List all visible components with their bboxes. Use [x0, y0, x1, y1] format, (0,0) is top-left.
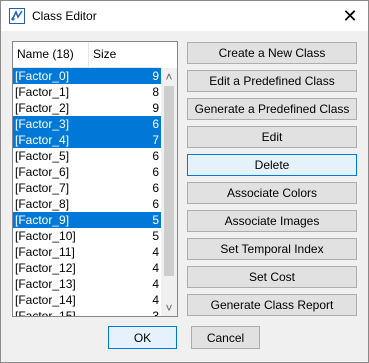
generate-predefined-class-button[interactable]: Generate a Predefined Class — [187, 98, 357, 120]
vertical-scrollbar[interactable]: ˄ ˅ — [161, 68, 177, 316]
column-header-size[interactable]: Size — [89, 42, 161, 67]
list-rows: [Factor_0] 9 [Factor_1] 8 [Factor_2] 9 [Factor… — [13, 68, 161, 317]
list-item[interactable]: [Factor_10] 5 — [13, 228, 161, 244]
scroll-down-icon[interactable]: ˅ — [161, 299, 177, 316]
list-item-name: [Factor_15] — [15, 309, 76, 317]
associate-images-button[interactable]: Associate Images — [187, 210, 357, 232]
list-item[interactable]: [Factor_5] 6 — [13, 148, 161, 164]
list-item-size: 6 — [152, 197, 159, 211]
list-item-size: 6 — [152, 165, 159, 179]
list-item[interactable]: [Factor_4] 7 — [13, 132, 161, 148]
set-temporal-index-button[interactable]: Set Temporal Index — [187, 238, 357, 260]
list-item[interactable]: [Factor_0] 9 — [13, 68, 161, 84]
list-item-size: 4 — [152, 261, 159, 275]
list-item-name: [Factor_14] — [15, 293, 76, 307]
list-item[interactable]: [Factor_3] 6 — [13, 116, 161, 132]
list-item[interactable]: [Factor_8] 6 — [13, 196, 161, 212]
delete-button[interactable]: Delete — [187, 154, 357, 176]
list-item-size: 9 — [152, 69, 159, 83]
list-item-size: 5 — [152, 213, 159, 227]
cancel-button[interactable]: Cancel — [191, 326, 260, 349]
list-item-name: [Factor_7] — [15, 181, 70, 195]
create-class-button[interactable]: Create a New Class — [187, 42, 357, 64]
list-item[interactable]: [Factor_15] 3 — [13, 308, 161, 317]
list-item-name: [Factor_13] — [15, 277, 76, 291]
set-cost-button[interactable]: Set Cost — [187, 266, 357, 288]
list-item-size: 6 — [152, 181, 159, 195]
list-item-size: 8 — [152, 85, 159, 99]
column-header-name[interactable]: Name (18) — [13, 42, 89, 67]
list-item[interactable]: [Factor_2] 9 — [13, 100, 161, 116]
scroll-thumb[interactable] — [164, 86, 174, 276]
list-item-name: [Factor_9] — [15, 213, 70, 227]
list-item[interactable]: [Factor_14] 4 — [13, 292, 161, 308]
list-item-size: 7 — [152, 133, 159, 147]
list-item-name: [Factor_11] — [15, 245, 75, 259]
list-item-name: [Factor_5] — [15, 149, 70, 163]
list-item-name: [Factor_12] — [15, 261, 76, 275]
scroll-up-icon[interactable]: ˄ — [161, 68, 177, 85]
list-item-name: [Factor_10] — [15, 229, 76, 243]
list-item-name: [Factor_4] — [15, 133, 70, 147]
list-item-size: 6 — [152, 117, 159, 131]
list-item[interactable]: [Factor_1] 8 — [13, 84, 161, 100]
edit-predefined-class-button[interactable]: Edit a Predefined Class — [187, 70, 357, 92]
list-item[interactable]: [Factor_6] 6 — [13, 164, 161, 180]
list-item-name: [Factor_3] — [15, 117, 70, 131]
ok-button[interactable]: OK — [108, 326, 177, 349]
app-icon — [9, 8, 25, 24]
list-item-size: 4 — [152, 277, 159, 291]
class-editor-window: Class Editor ✕ Name (18) Size [Factor_0]… — [0, 0, 369, 363]
list-item-name: [Factor_8] — [15, 197, 70, 211]
list-item-size: 4 — [152, 245, 159, 259]
close-button[interactable]: ✕ — [332, 1, 368, 31]
list-item-size: 9 — [152, 101, 159, 115]
list-item[interactable]: [Factor_13] 4 — [13, 276, 161, 292]
list-item-name: [Factor_1] — [15, 85, 70, 99]
list-item-size: 6 — [152, 149, 159, 163]
generate-class-report-button[interactable]: Generate Class Report — [187, 294, 357, 316]
list-item-name: [Factor_6] — [15, 165, 70, 179]
close-icon: ✕ — [342, 5, 358, 26]
list-header: Name (18) Size — [13, 42, 161, 68]
list-item-size: 4 — [152, 293, 159, 307]
class-list[interactable]: Name (18) Size [Factor_0] 9 [Factor_1] 8 [Fa… — [12, 41, 178, 317]
list-item-name: [Factor_0] — [15, 69, 70, 83]
list-item[interactable]: [Factor_12] 4 — [13, 260, 161, 276]
list-item-size: 5 — [152, 229, 159, 243]
list-item[interactable]: [Factor_7] 6 — [13, 180, 161, 196]
list-item[interactable]: [Factor_11] 4 — [13, 244, 161, 260]
list-item-name: [Factor_2] — [15, 101, 70, 115]
associate-colors-button[interactable]: Associate Colors — [187, 182, 357, 204]
list-item[interactable]: [Factor_9] 5 — [13, 212, 161, 228]
list-item-size: 3 — [152, 309, 159, 317]
edit-button[interactable]: Edit — [187, 126, 357, 148]
title-bar: Class Editor ✕ — [1, 1, 368, 31]
window-title: Class Editor — [32, 9, 97, 23]
